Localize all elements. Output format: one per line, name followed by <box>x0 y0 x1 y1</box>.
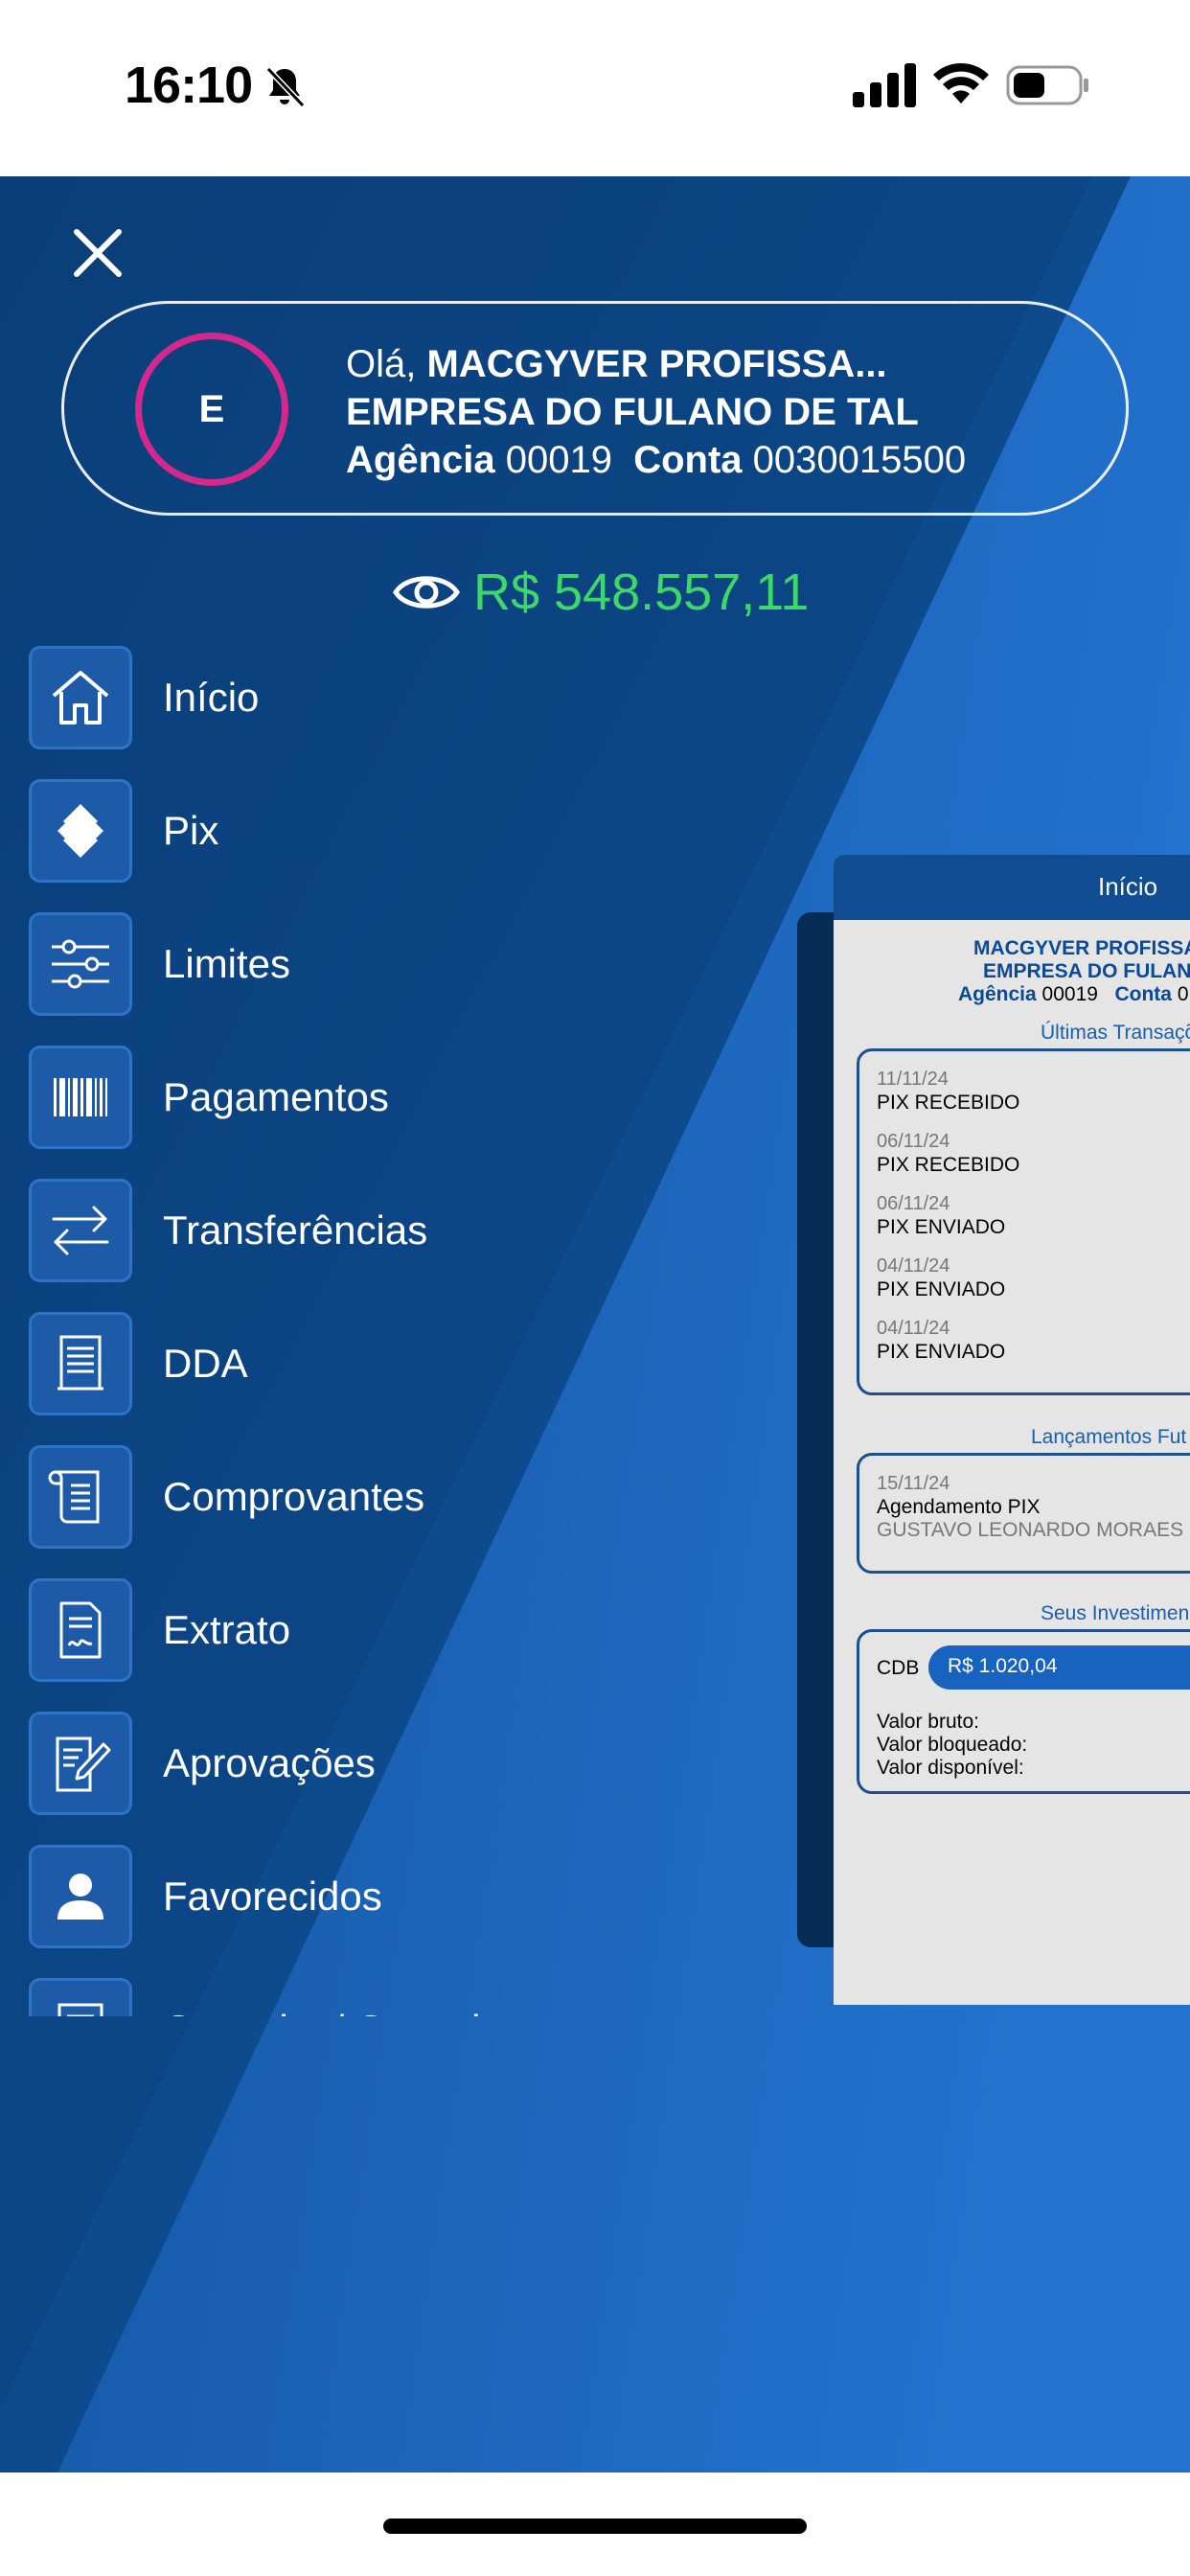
menu-item-comprovantes[interactable]: Comprovantes <box>29 1445 795 1549</box>
menu-label-inicio: Início <box>163 675 260 720</box>
person-icon <box>57 1874 103 1920</box>
preview-conta-value: 0 <box>1177 983 1189 1005</box>
preview-invest-box: CDB R$ 1.020,04 Valor bruto: Valor bloqu… <box>857 1629 1190 1794</box>
account-line: Agência 00019 Conta 0030015500 <box>346 436 966 484</box>
avatar-initial: E <box>198 387 225 430</box>
preview-invest-title: Seus Investimen <box>1041 1602 1190 1624</box>
invest-disponivel: Valor disponível: <box>877 1757 1024 1779</box>
profile-card[interactable]: E Olá, MACGYVER PROFISSA... EMPRESA DO F… <box>61 301 1129 516</box>
menu-label-aprovacoes: Aprovações <box>163 1740 376 1785</box>
invest-bruto: Valor bruto: <box>877 1711 979 1733</box>
preview-future-title: Lançamentos Fut <box>1031 1426 1187 1448</box>
tx-date: 04/11/24 <box>877 1318 950 1339</box>
menu-item-pix[interactable]: Pix <box>29 779 795 883</box>
tx-date: 04/11/24 <box>877 1255 950 1276</box>
battery-icon <box>1006 65 1088 105</box>
menu-label-pagamentos: Pagamentos <box>163 1074 389 1119</box>
conta-value: 0030015500 <box>752 439 967 481</box>
transfer-arrows-icon <box>52 1206 109 1255</box>
side-menu-drawer: E Olá, MACGYVER PROFISSA... EMPRESA DO F… <box>0 176 1190 2472</box>
tx-desc: PIX RECEBIDO <box>877 1092 1020 1114</box>
profile-info: Olá, MACGYVER PROFISSA... EMPRESA DO FUL… <box>346 340 966 484</box>
tx-desc: PIX ENVIADO <box>877 1278 1006 1300</box>
invest-label: CDB <box>877 1657 920 1679</box>
menu-item-pagamentos[interactable]: Pagamentos <box>29 1046 795 1149</box>
preview-header: Início <box>834 855 1190 920</box>
menu-label-dda: DDA <box>163 1341 248 1386</box>
future-date: 15/11/24 <box>877 1473 950 1494</box>
close-icon[interactable] <box>59 215 136 291</box>
invest-value: R$ 1.020,04 <box>948 1655 1058 1677</box>
tx-date: 06/11/24 <box>877 1131 950 1152</box>
preview-agencia-label: Agência <box>958 983 1037 1005</box>
menu-item-aprovacoes[interactable]: Aprovações <box>29 1712 795 1815</box>
future-desc: Agendamento PIX <box>877 1496 1041 1518</box>
menu-label-consulta-cancelamentos: Consulta / Cancelamentos <box>163 2007 635 2016</box>
menu-label-transferencias: Transferências <box>163 1208 428 1253</box>
document-list-icon <box>57 1335 103 1391</box>
sliders-icon <box>52 939 109 989</box>
future-name: GUSTAVO LEONARDO MORAES <box>877 1519 1184 1541</box>
balance-value: R$ 548.557,11 <box>473 564 810 621</box>
greeting-line: Olá, MACGYVER PROFISSA... <box>346 340 966 388</box>
conta-label: Conta <box>633 439 743 481</box>
menu-label-limites: Limites <box>163 941 291 986</box>
agencia-label: Agência <box>346 439 495 481</box>
tx-desc: PIX ENVIADO <box>877 1216 1006 1238</box>
cellular-signal-icon <box>853 63 916 107</box>
status-time: 16:10 <box>125 57 253 114</box>
tx-date: 06/11/24 <box>877 1193 950 1214</box>
menu-item-favorecidos[interactable]: Favorecidos <box>29 1845 795 1948</box>
pix-icon <box>57 804 103 858</box>
preview-company: EMPRESA DO FULAN <box>983 960 1190 982</box>
menu-label-pix: Pix <box>163 808 219 853</box>
status-bar: 16:10 <box>0 0 1190 176</box>
approval-pen-icon <box>56 1736 111 1792</box>
home-icon <box>52 671 109 724</box>
menu-item-extrato[interactable]: Extrato <box>29 1578 795 1682</box>
bell-off-icon <box>265 66 306 108</box>
agencia-value: 00019 <box>505 439 612 481</box>
preview-transactions-title: Últimas Transaçõ <box>1041 1022 1190 1044</box>
main-menu: Início Pix Limites Pagamentos Transferên… <box>29 646 795 2016</box>
preview-header-title: Início <box>1098 872 1158 901</box>
barcode-icon <box>54 1078 107 1116</box>
menu-label-extrato: Extrato <box>163 1607 291 1652</box>
preview-account-line: Agência 00019 Conta 0 <box>958 983 1189 1006</box>
menu-item-dda[interactable]: DDA <box>29 1312 795 1415</box>
preview-conta-label: Conta <box>1114 983 1172 1005</box>
menu-label-favorecidos: Favorecidos <box>163 1874 382 1919</box>
menu-item-limites[interactable]: Limites <box>29 912 795 1016</box>
preview-transactions-box: 11/11/24 PIX RECEBIDO 06/11/24 PIX RECEB… <box>857 1048 1190 1395</box>
greeting: Olá, <box>346 343 417 385</box>
tx-desc: PIX RECEBIDO <box>877 1154 1020 1176</box>
home-screen-preview[interactable]: Início MACGYVER PROFISSA EMPRESA DO FULA… <box>834 855 1190 2005</box>
menu-item-transferencias[interactable]: Transferências <box>29 1179 795 1282</box>
menu-label-comprovantes: Comprovantes <box>163 1474 425 1519</box>
menu-item-consulta-cancelamentos[interactable]: Consulta / Cancelamentos <box>29 1978 795 2016</box>
preview-agencia-value: 00019 <box>1041 983 1098 1005</box>
home-indicator[interactable] <box>383 2518 807 2534</box>
preview-future-box: 15/11/24 Agendamento PIX GUSTAVO LEONARD… <box>857 1453 1190 1574</box>
tx-desc: PIX ENVIADO <box>877 1341 1006 1363</box>
bottom-bar <box>0 2472 1190 2576</box>
tx-date: 11/11/24 <box>877 1069 949 1090</box>
receipt-scroll-icon <box>48 1470 100 1524</box>
statement-icon <box>59 1601 102 1659</box>
menu-item-inicio[interactable]: Início <box>29 646 795 749</box>
company-name: EMPRESA DO FULANO DE TAL <box>346 391 919 433</box>
avatar: E <box>135 333 288 486</box>
balance-row: R$ 548.557,11 <box>393 554 809 631</box>
company-line: EMPRESA DO FULANO DE TAL <box>346 388 966 436</box>
preview-user-name: MACGYVER PROFISSA <box>973 937 1190 959</box>
wifi-icon <box>933 62 989 104</box>
consult-icon <box>57 2003 103 2016</box>
eye-icon[interactable] <box>393 568 460 616</box>
invest-bloqueado: Valor bloqueado: <box>877 1734 1028 1756</box>
user-name: MACGYVER PROFISSA... <box>426 343 887 385</box>
invest-value-pill: R$ 1.020,04 <box>928 1645 1190 1690</box>
